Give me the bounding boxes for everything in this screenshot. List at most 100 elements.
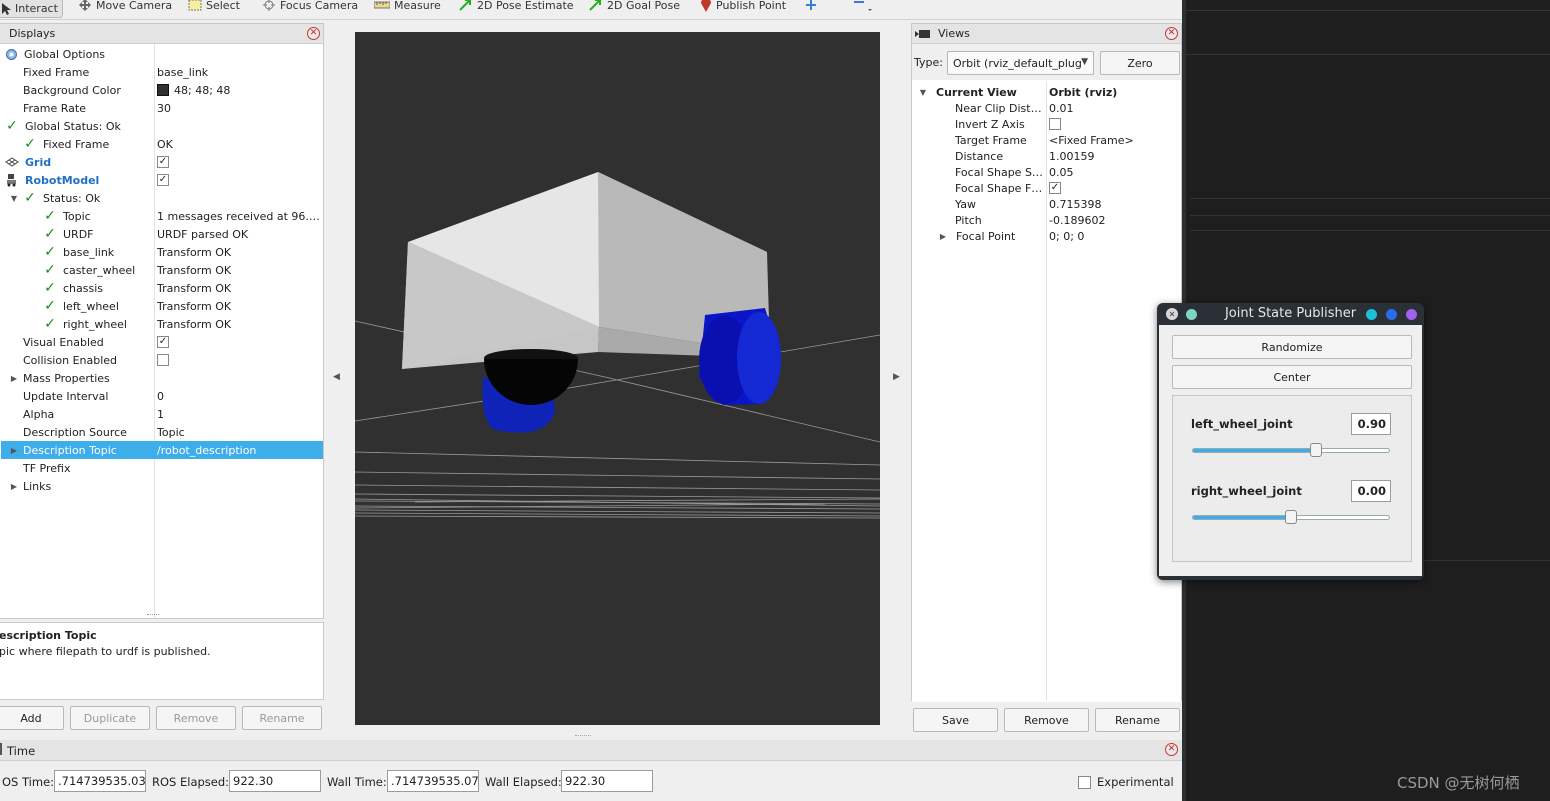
display-row[interactable]: ✓ caster_wheel Transform OK	[1, 261, 323, 279]
zero-button[interactable]: Zero	[1100, 51, 1180, 75]
display-row[interactable]: ✓ chassis Transform OK	[1, 279, 323, 297]
collapse-left-arrow-icon[interactable]: ◀	[333, 372, 340, 382]
expand-arrow-icon[interactable]: ▶	[9, 446, 19, 455]
color-swatch[interactable]	[157, 84, 169, 96]
view-property-row[interactable]: Target Frame <Fixed Frame>	[912, 132, 1181, 148]
move-camera-tool[interactable]: Move Camera	[78, 0, 172, 14]
view-property-row[interactable]: Yaw 0.715398	[912, 196, 1181, 212]
goal-pose-tool[interactable]: 2D Goal Pose	[589, 0, 680, 14]
view-property-row[interactable]: Near Clip Dist… 0.01	[912, 100, 1181, 116]
display-row-value: Transform OK	[157, 263, 232, 277]
time-panel-icon	[0, 743, 2, 755]
display-row[interactable]: Fixed Frame base_link	[1, 63, 323, 81]
center-button[interactable]: Center	[1172, 365, 1412, 389]
minimize-icon[interactable]	[1366, 309, 1377, 320]
joint-slider-handle[interactable]	[1285, 510, 1297, 524]
display-row[interactable]: Global Options	[1, 45, 323, 63]
display-row[interactable]: ▶ Description Topic/robot_description	[1, 441, 323, 459]
add-tool-button[interactable]	[805, 0, 817, 14]
measure-tool[interactable]: Measure	[374, 0, 441, 14]
randomize-button[interactable]: Randomize	[1172, 335, 1412, 359]
display-checkbox[interactable]: ✓	[157, 336, 169, 348]
display-row[interactable]: Description Source Topic	[1, 423, 323, 441]
display-row[interactable]: ✓ Fixed Frame OK	[1, 135, 323, 153]
splitter-handle[interactable]	[147, 614, 159, 616]
close-icon[interactable]: ✕	[1165, 27, 1178, 40]
display-row[interactable]: Update Interval 0	[1, 387, 323, 405]
remove-display-button[interactable]: Remove	[156, 706, 236, 730]
display-row[interactable]: Collision Enabled	[1, 351, 323, 369]
display-row[interactable]: ✓ right_wheel Transform OK	[1, 315, 323, 333]
view-property-row[interactable]: Focal Shape F… ✓	[912, 180, 1181, 196]
display-row[interactable]: Visual Enabled ✓	[1, 333, 323, 351]
close-icon[interactable]	[1406, 309, 1417, 320]
expand-arrow-icon[interactable]: ▼	[9, 194, 19, 203]
display-checkbox[interactable]	[157, 354, 169, 366]
save-view-button[interactable]: Save	[913, 708, 998, 732]
wall-elapsed-field[interactable]: 922.30	[561, 770, 653, 792]
display-row-value: Transform OK	[157, 245, 232, 259]
pose-estimate-label: 2D Pose Estimate	[477, 0, 574, 12]
view-property-row[interactable]: Pitch -0.189602	[912, 212, 1181, 228]
close-icon[interactable]: ✕	[1165, 743, 1178, 756]
view-property-row[interactable]: Distance 1.00159	[912, 148, 1181, 164]
view-type-select[interactable]: Orbit (rviz_default_plug ▼	[947, 51, 1094, 75]
remove-view-button[interactable]: Remove	[1004, 708, 1089, 732]
maximize-icon[interactable]	[1386, 309, 1397, 320]
display-row[interactable]: ✓ left_wheel Transform OK	[1, 297, 323, 315]
view-property-row[interactable]: Focal Shape S… 0.05	[912, 164, 1181, 180]
display-row[interactable]: RobotModel ✓	[1, 171, 323, 189]
display-row[interactable]: TF Prefix	[1, 459, 323, 477]
ros-elapsed-field[interactable]: 922.30	[229, 770, 321, 792]
display-row[interactable]: ✓ Global Status: Ok	[1, 117, 323, 135]
close-icon[interactable]: ✕	[307, 27, 320, 40]
display-row[interactable]: ✓ URDF URDF parsed OK	[1, 225, 323, 243]
pose-estimate-tool[interactable]: 2D Pose Estimate	[459, 0, 574, 14]
expand-arrow-icon[interactable]: ▶	[938, 232, 948, 241]
display-row[interactable]: Alpha 1	[1, 405, 323, 423]
view-property-row[interactable]: ▼ Current View Orbit (rviz)	[912, 84, 1181, 100]
display-row-key: chassis	[63, 281, 104, 295]
render-viewport[interactable]	[355, 32, 880, 725]
display-row-key: Fixed Frame	[23, 65, 90, 79]
joint-slider-track[interactable]	[1192, 510, 1390, 524]
expand-arrow-icon[interactable]: ▶	[9, 374, 19, 383]
focus-camera-tool[interactable]: Focus Camera	[262, 0, 358, 14]
view-property-row[interactable]: Invert Z Axis	[912, 116, 1181, 132]
display-row[interactable]: Grid ✓	[1, 153, 323, 171]
expand-arrow-icon[interactable]: ▶	[9, 482, 19, 491]
view-property-row[interactable]: ▶ Focal Point 0; 0; 0	[912, 228, 1181, 244]
select-tool[interactable]: Select	[188, 0, 240, 14]
goal-pose-label: 2D Goal Pose	[607, 0, 680, 12]
ros-time-field[interactable]: .714739535.03	[54, 770, 146, 792]
wall-time-field[interactable]: .714739535.07	[387, 770, 479, 792]
display-row[interactable]: Frame Rate 30	[1, 99, 323, 117]
check-icon: ✓	[44, 208, 56, 224]
view-checkbox[interactable]	[1049, 118, 1061, 130]
view-checkbox[interactable]: ✓	[1049, 182, 1061, 194]
joint-value-field[interactable]: 0.90	[1351, 413, 1391, 435]
expand-arrow-icon[interactable]: ▼	[918, 88, 928, 97]
display-row[interactable]: ▶ Mass Properties	[1, 369, 323, 387]
display-row[interactable]: ✓ base_link Transform OK	[1, 243, 323, 261]
remove-tool-button[interactable]	[852, 0, 878, 14]
interact-tool[interactable]: Interact	[0, 0, 63, 18]
display-row[interactable]: Background Color 48; 48; 48	[1, 81, 323, 99]
display-row[interactable]: ✓ Topic 1 messages received at 96.…	[1, 207, 323, 225]
collapse-right-arrow-icon[interactable]: ▶	[893, 372, 900, 382]
joint-value-field[interactable]: 0.00	[1351, 480, 1391, 502]
experimental-checkbox[interactable]	[1078, 776, 1091, 789]
splitter-handle[interactable]	[575, 735, 591, 737]
display-checkbox[interactable]: ✓	[157, 174, 169, 186]
add-display-button[interactable]: Add	[0, 706, 64, 730]
joint-slider-handle[interactable]	[1310, 443, 1323, 457]
rename-display-button[interactable]: Rename	[242, 706, 322, 730]
view-property-key: Near Clip Dist…	[955, 101, 1042, 115]
display-row[interactable]: ▶ Links	[1, 477, 323, 495]
duplicate-display-button[interactable]: Duplicate	[70, 706, 150, 730]
display-checkbox[interactable]: ✓	[157, 156, 169, 168]
display-row[interactable]: ▼ ✓ Status: Ok	[1, 189, 323, 207]
publish-point-tool[interactable]: Publish Point	[700, 0, 786, 14]
joint-slider-track[interactable]	[1192, 443, 1390, 457]
rename-view-button[interactable]: Rename	[1095, 708, 1180, 732]
